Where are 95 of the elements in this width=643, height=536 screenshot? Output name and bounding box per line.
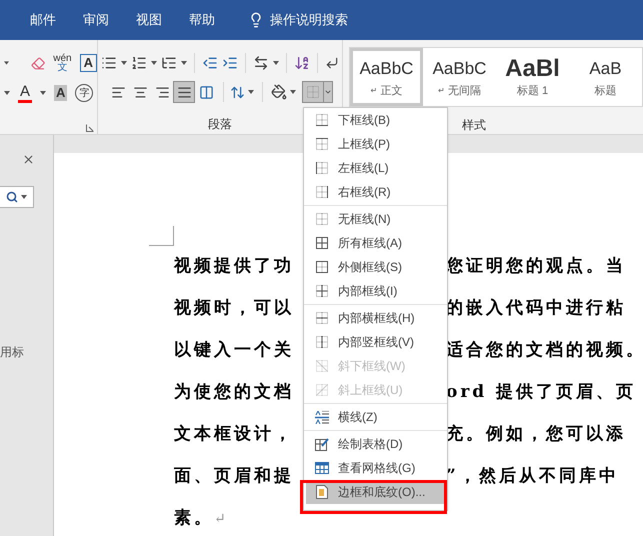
document-text: 视频时，可以: [174, 297, 294, 320]
horizontal-line-icon: [315, 410, 329, 424]
caret-icon[interactable]: [4, 61, 10, 65]
paragraph-mark: ↵: [370, 85, 378, 97]
text-direction-icon[interactable]: [253, 55, 269, 71]
paragraph-mark: ↵: [438, 85, 445, 97]
caret-icon[interactable]: [273, 61, 279, 65]
document-text: 面、页眉和提: [174, 465, 294, 488]
search-icon: [6, 191, 18, 203]
caret-icon[interactable]: [20, 195, 26, 199]
pencil-table-icon: [315, 437, 329, 451]
eraser-icon[interactable]: [31, 54, 46, 72]
sort-icon[interactable]: [294, 55, 310, 71]
align-right-icon: [154, 84, 170, 100]
search-field[interactable]: [0, 186, 34, 208]
phonetic-guide-button[interactable]: wén 文: [53, 54, 72, 72]
justify-icon: [176, 84, 192, 100]
menu-item[interactable]: 内部竖框线(V): [306, 330, 445, 354]
character-shading-button[interactable]: A: [54, 85, 68, 101]
inside-vertical-border-icon: [316, 336, 328, 348]
style-item[interactable]: AaB 标题: [569, 48, 642, 106]
align-left-icon: [110, 84, 126, 100]
style-name: 标题: [594, 84, 616, 99]
caret-icon[interactable]: [290, 90, 296, 94]
numbered-list-icon[interactable]: [131, 55, 147, 71]
document-text: 为使您的文档: [174, 381, 294, 404]
line-spacing-icon[interactable]: [230, 84, 245, 100]
menu-item[interactable]: 内部横框线(H): [306, 306, 445, 330]
menu-item[interactable]: 查看网格线(G): [306, 456, 445, 480]
ribbon-tab[interactable]: 帮助: [189, 10, 215, 30]
caret-icon[interactable]: [40, 91, 46, 95]
left-border-icon: [316, 162, 328, 174]
menu-item[interactable]: 左框线(L): [306, 156, 445, 180]
diagonal-up-border-icon: [316, 384, 328, 396]
dialog-launcher-icon[interactable]: [86, 124, 94, 132]
document-text: 视频提供了功: [174, 255, 294, 278]
multilevel-list-icon[interactable]: [161, 55, 177, 71]
menu-item[interactable]: 内部框线(I): [306, 279, 445, 303]
outside-borders-icon: [316, 261, 328, 273]
distributed-icon: [198, 84, 214, 100]
inside-borders-icon: [316, 285, 328, 297]
menu-item[interactable]: 右框线(R): [306, 180, 445, 204]
caret-icon[interactable]: [151, 61, 157, 65]
style-item[interactable]: AaBbC ↵ 正文: [350, 48, 423, 106]
ribbon-tab[interactable]: 视图: [136, 10, 162, 30]
style-name: 正文: [380, 84, 402, 99]
caret-icon[interactable]: [121, 61, 127, 65]
document-text: 素。: [174, 507, 214, 530]
nav-pane-text: 用标: [0, 344, 24, 361]
ribbon-tab[interactable]: 审阅: [83, 10, 109, 30]
style-name: 无间隔: [448, 84, 481, 99]
group-label: 样式: [462, 117, 487, 134]
menu-item[interactable]: 横线(Z): [306, 405, 445, 429]
decrease-indent-icon[interactable]: [202, 55, 218, 71]
right-border-icon: [316, 186, 328, 198]
grid-icon: [315, 462, 329, 474]
menu-item[interactable]: 绘制表格(D): [306, 432, 445, 456]
style-name: 标题 1: [516, 84, 548, 99]
shading-icon[interactable]: [271, 84, 287, 100]
document-text: 文本框设计，: [174, 423, 294, 446]
menu-item[interactable]: 下框线(B): [306, 108, 445, 132]
style-item[interactable]: AaBl 标题 1: [496, 48, 569, 106]
increase-indent-icon[interactable]: [222, 55, 238, 71]
no-border-icon: [316, 213, 328, 225]
enclose-characters-button[interactable]: 字: [75, 84, 94, 102]
font-color-button[interactable]: A: [18, 84, 32, 102]
menu-item[interactable]: 上框线(P): [306, 132, 445, 156]
justify-button[interactable]: [173, 81, 195, 103]
bullet-list-icon[interactable]: [101, 55, 117, 71]
ribbon-tab[interactable]: 邮件: [30, 10, 56, 30]
document-text: ord 提供了页眉、页: [446, 381, 636, 404]
style-item[interactable]: AaBbC ↵ 无间隔: [423, 48, 496, 106]
menu-item[interactable]: 外侧框线(S): [306, 255, 445, 279]
margin-corner-mark: [149, 226, 174, 246]
bottom-border-icon: [316, 114, 328, 126]
caret-icon[interactable]: [248, 90, 254, 94]
caret-icon[interactable]: [181, 61, 187, 65]
close-icon[interactable]: [22, 153, 35, 166]
return-arrow-icon[interactable]: [325, 56, 339, 70]
menu-item[interactable]: 所有框线(A): [306, 231, 445, 255]
caret-icon[interactable]: [4, 91, 10, 95]
align-center-icon: [132, 84, 148, 100]
all-borders-icon: [316, 237, 328, 249]
no-border-icon: [307, 86, 319, 98]
page-border-icon: [316, 485, 328, 499]
paragraph-mark: ↵: [214, 510, 226, 528]
document-text: 充。例如，您可以添: [446, 423, 626, 446]
inside-horizontal-border-icon: [316, 312, 328, 324]
tell-me-search[interactable]: 操作说明搜索: [270, 10, 348, 30]
character-border-button[interactable]: A: [80, 54, 97, 72]
group-label: 段落: [208, 116, 232, 133]
top-border-icon: [316, 138, 328, 150]
menu-item[interactable]: 无框线(N): [306, 207, 445, 231]
diagonal-down-border-icon: [316, 360, 328, 372]
document-text: 以键入一个关: [174, 339, 294, 362]
